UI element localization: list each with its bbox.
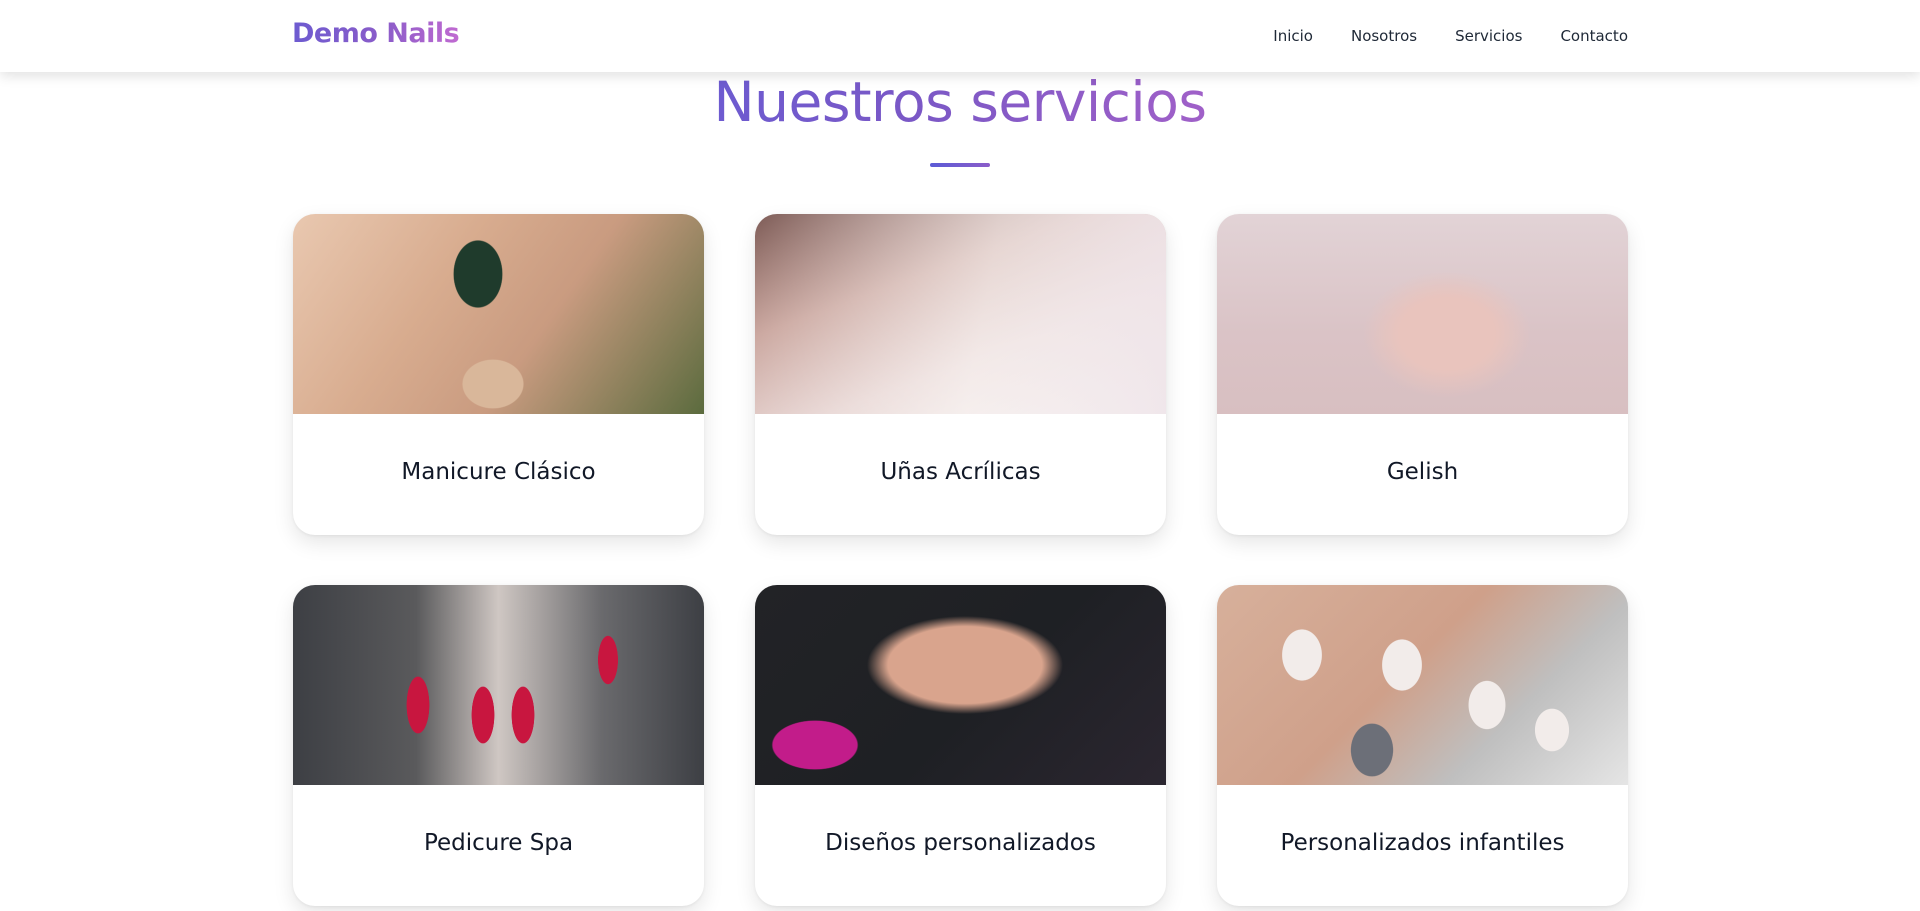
nav-link-nosotros[interactable]: Nosotros <box>1351 27 1417 45</box>
navbar: Demo Nails Inicio Nosotros Servicios Con… <box>0 0 1920 72</box>
service-title: Gelish <box>1386 458 1459 485</box>
service-title: Diseños personalizados <box>825 829 1096 856</box>
service-title: Pedicure Spa <box>423 829 574 856</box>
service-image <box>293 585 704 785</box>
service-card[interactable]: Personalizados infantiles <box>1217 585 1628 906</box>
service-title: Personalizados infantiles <box>1280 829 1565 856</box>
service-card[interactable]: Pedicure Spa <box>293 585 704 906</box>
brand-logo[interactable]: Demo Nails <box>292 18 460 49</box>
section-title: Nuestros servicios <box>713 70 1207 134</box>
service-image <box>293 214 704 414</box>
services-grid: Manicure Clásico Uñas Acrílicas Gelish P… <box>293 214 1628 906</box>
service-card[interactable]: Diseños personalizados <box>755 585 1166 906</box>
service-title: Uñas Acrílicas <box>880 458 1041 485</box>
service-card[interactable]: Uñas Acrílicas <box>755 214 1166 535</box>
service-image <box>1217 585 1628 785</box>
service-title: Manicure Clásico <box>401 458 596 485</box>
nav-link-contacto[interactable]: Contacto <box>1560 27 1628 45</box>
nav-link-servicios[interactable]: Servicios <box>1455 27 1522 45</box>
service-image <box>755 214 1166 414</box>
nav-link-inicio[interactable]: Inicio <box>1273 27 1313 45</box>
title-underline <box>930 163 990 167</box>
service-image <box>1217 214 1628 414</box>
nav-links: Inicio Nosotros Servicios Contacto <box>1235 0 1628 72</box>
service-card[interactable]: Manicure Clásico <box>293 214 704 535</box>
service-image <box>755 585 1166 785</box>
service-card[interactable]: Gelish <box>1217 214 1628 535</box>
